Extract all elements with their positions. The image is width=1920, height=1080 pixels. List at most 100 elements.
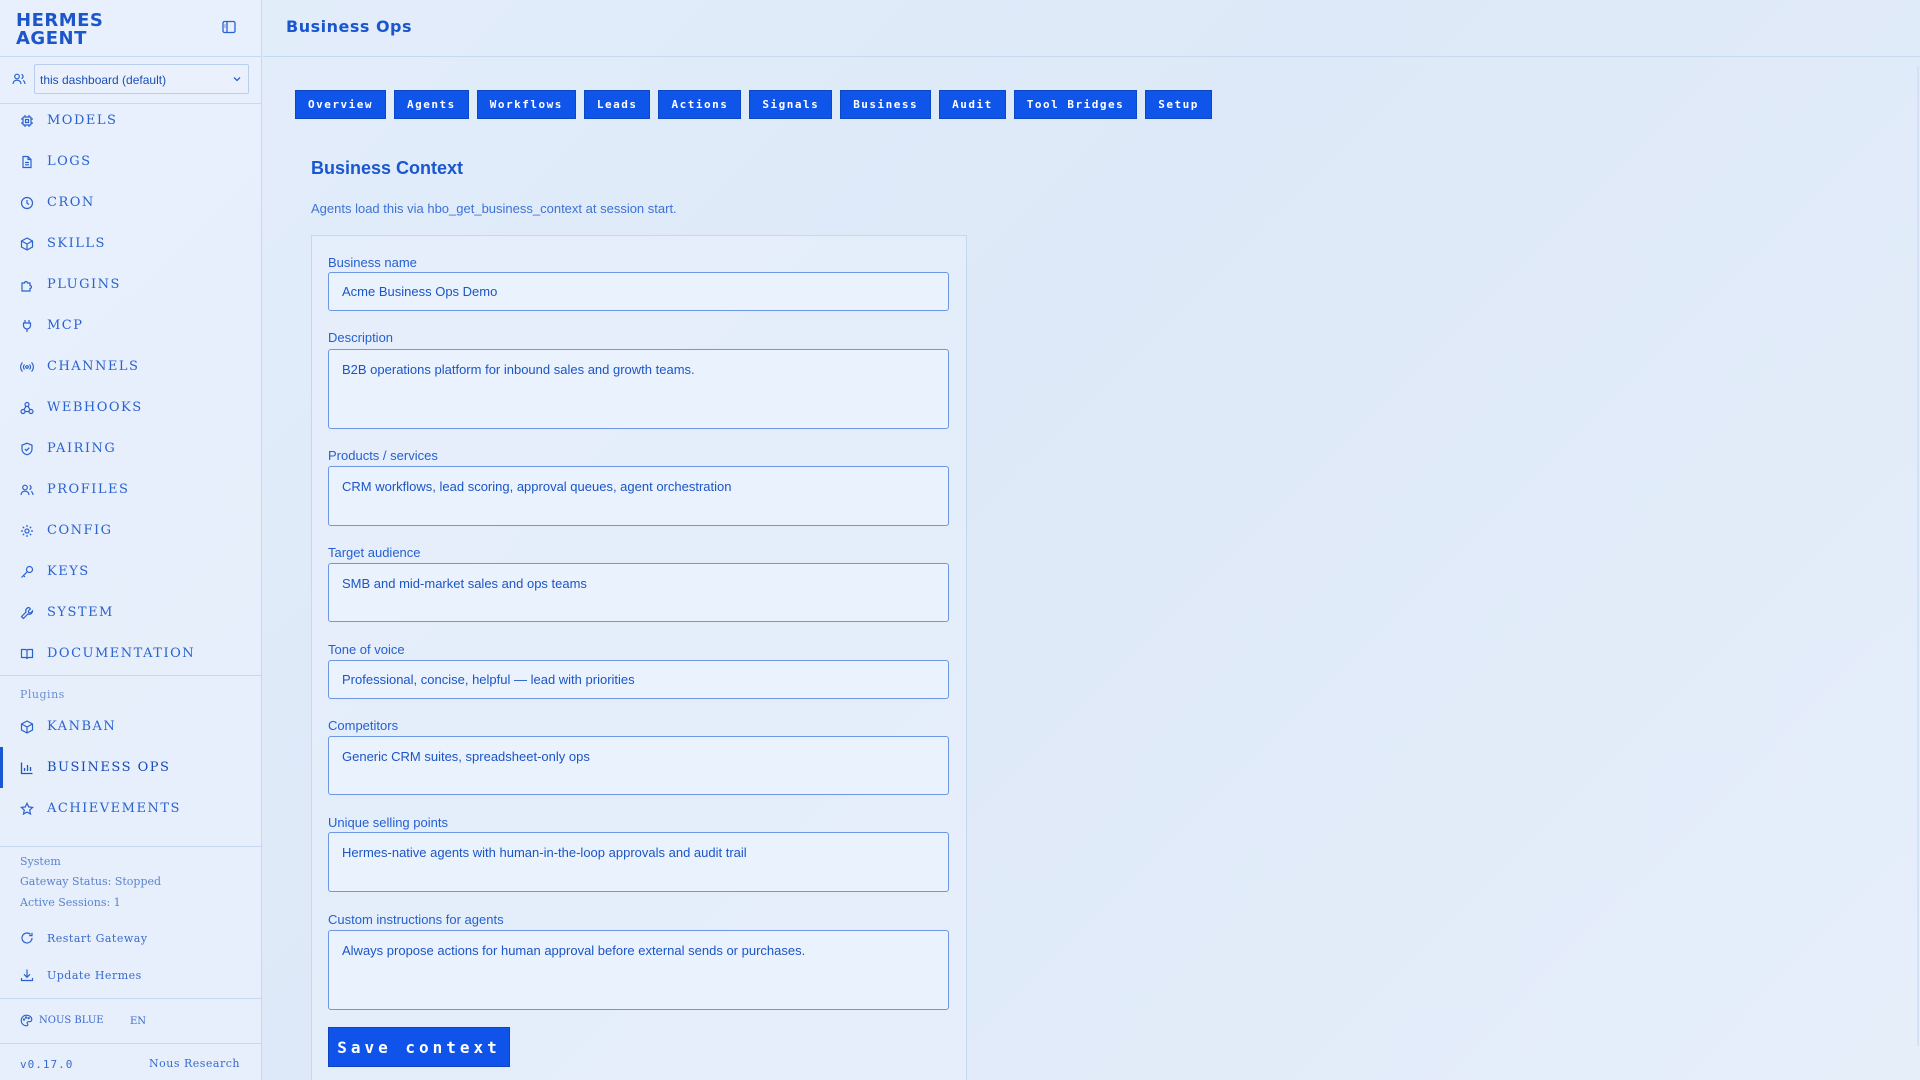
restart-gateway-button[interactable]: Restart Gateway [0, 923, 262, 953]
chevron-down-icon [233, 77, 241, 82]
nav-item-config[interactable]: CONFIG [0, 510, 262, 551]
nav-label: ACHIEVEMENTS [47, 801, 181, 816]
users-icon [12, 73, 26, 85]
nav-label: DOCUMENTATION [47, 646, 196, 661]
nav-item-webhooks[interactable]: WEBHOOKS [0, 387, 262, 428]
nav-label: LOGS [47, 154, 92, 169]
tab-audit[interactable]: Audit [939, 90, 1006, 119]
nav-label: SKILLS [47, 236, 106, 251]
page-title: Business Ops [286, 17, 413, 36]
nav-item-channels[interactable]: CHANNELS [0, 346, 262, 387]
tone-of-voice-label: Tone of voice [328, 642, 405, 657]
gateway-status: Gateway Status: Stopped [20, 875, 162, 888]
nav-item-achievements[interactable]: ACHIEVEMENTS [0, 788, 262, 829]
language-switcher[interactable]: EN [130, 1016, 146, 1027]
business-name-label: Business name [328, 255, 417, 270]
target-audience-textarea[interactable]: SMB and mid-market sales and ops teams [328, 563, 949, 622]
puzzle-icon [21, 280, 33, 292]
bar-chart-icon [20, 762, 33, 774]
radio-icon [20, 361, 34, 372]
divider [0, 675, 262, 676]
webhook-icon [20, 401, 34, 414]
update-hermes-label: Update Hermes [47, 968, 142, 982]
profile-select-value: this dashboard (default) [40, 73, 167, 87]
plugins-section-label: Plugins [20, 688, 65, 701]
scrollbar-track[interactable] [1917, 66, 1919, 1046]
nav-item-profiles[interactable]: PROFILES [0, 469, 262, 510]
profile-row: this dashboard (default) [0, 64, 262, 96]
profile-select[interactable]: this dashboard (default) [34, 64, 249, 94]
nav-label: SYSTEM [47, 605, 114, 620]
nav-item-pairing[interactable]: PAIRING [0, 428, 262, 469]
top-bar: Business Ops [263, 0, 1920, 57]
target-audience-label: Target audience [328, 545, 421, 560]
nav-item-cron[interactable]: CRON [0, 182, 262, 223]
nav-item-models[interactable]: MODELS [0, 100, 262, 141]
tab-tool-bridges[interactable]: Tool Bridges [1013, 90, 1138, 119]
version-label: v0.17.0 [20, 1058, 74, 1071]
business-name-input[interactable]: Acme Business Ops Demo [328, 272, 949, 311]
tab-overview[interactable]: Overview [295, 90, 386, 119]
download-icon [20, 969, 34, 982]
save-context-button[interactable]: Save context [328, 1027, 510, 1067]
section-title: Business Context [311, 158, 464, 178]
tab-setup[interactable]: Setup [1145, 90, 1212, 119]
tab-agents[interactable]: Agents [393, 90, 469, 119]
nav-label: PLUGINS [47, 277, 121, 292]
restart-gateway-label: Restart Gateway [47, 931, 148, 945]
nav-item-documentation[interactable]: DOCUMENTATION [0, 633, 262, 674]
nav-item-plugins[interactable]: PLUGINS [0, 264, 262, 305]
tab-business[interactable]: Business [840, 90, 932, 119]
update-hermes-button[interactable]: Update Hermes [0, 960, 262, 990]
nav-item-skills[interactable]: SKILLS [0, 223, 262, 264]
section-subtitle: Agents load this via hbo_get_business_co… [311, 201, 677, 216]
competitors-label: Competitors [328, 718, 399, 733]
brand-logo[interactable]: HERMES AGENT [16, 12, 103, 48]
nav-label: PAIRING [47, 441, 117, 456]
tab-actions[interactable]: Actions [658, 90, 742, 119]
active-sessions: Active Sessions: 1 [20, 896, 121, 909]
shield-icon [21, 442, 33, 455]
nav-item-business-ops[interactable]: BUSINESS OPS [0, 747, 262, 788]
theme-switcher[interactable]: NOUS BLUE [20, 1014, 104, 1027]
tab-bar: Overview Agents Workflows Leads Actions … [295, 90, 1220, 119]
vendor-link[interactable]: Nous Research [149, 1057, 240, 1070]
book-icon [20, 648, 34, 659]
nav-label: MCP [47, 318, 84, 333]
divider [0, 1043, 262, 1044]
competitors-textarea[interactable]: Generic CRM suites, spreadsheet-only ops [328, 736, 949, 795]
nav-label: CRON [47, 195, 95, 210]
nav-item-keys[interactable]: KEYS [0, 551, 262, 592]
brand-row: HERMES AGENT [0, 0, 261, 57]
tab-workflows[interactable]: Workflows [476, 90, 576, 119]
custom-instructions-textarea[interactable]: Always propose actions for human approva… [328, 930, 949, 1010]
wrench-icon [20, 606, 34, 619]
unique-selling-points-textarea[interactable]: Hermes-native agents with human-in-the-l… [328, 832, 949, 892]
nav-item-kanban[interactable]: KANBAN [0, 706, 262, 747]
panel-left-icon [222, 20, 236, 34]
tab-signals[interactable]: Signals [749, 90, 833, 119]
nav-item-logs[interactable]: LOGS [0, 141, 262, 182]
products-services-textarea[interactable]: CRM workflows, lead scoring, approval qu… [328, 466, 949, 526]
theme-row: NOUS BLUE EN [0, 1006, 262, 1036]
divider [0, 998, 262, 999]
nav-label: PROFILES [47, 482, 130, 497]
sidebar-collapse-button[interactable] [221, 19, 237, 35]
nav-item-system[interactable]: SYSTEM [0, 592, 262, 633]
nav-label: KANBAN [47, 719, 117, 734]
unique-selling-points-label: Unique selling points [328, 815, 448, 830]
theme-label: NOUS BLUE [39, 1015, 104, 1026]
tone-of-voice-input[interactable]: Professional, concise, helpful — lead wi… [328, 660, 949, 699]
custom-instructions-label: Custom instructions for agents [328, 912, 504, 927]
palette-icon [20, 1014, 33, 1027]
tab-leads[interactable]: Leads [583, 90, 651, 119]
nav-item-mcp[interactable]: MCP [0, 305, 262, 346]
nav-label: CONFIG [47, 523, 113, 538]
nav-label: KEYS [47, 564, 90, 579]
nav-label: CHANNELS [47, 359, 140, 374]
package-icon [20, 719, 34, 734]
description-label: Description [328, 330, 394, 345]
description-textarea[interactable]: B2B operations platform for inbound sale… [328, 349, 949, 429]
refresh-icon [21, 932, 33, 944]
products-services-label: Products / services [328, 448, 438, 463]
